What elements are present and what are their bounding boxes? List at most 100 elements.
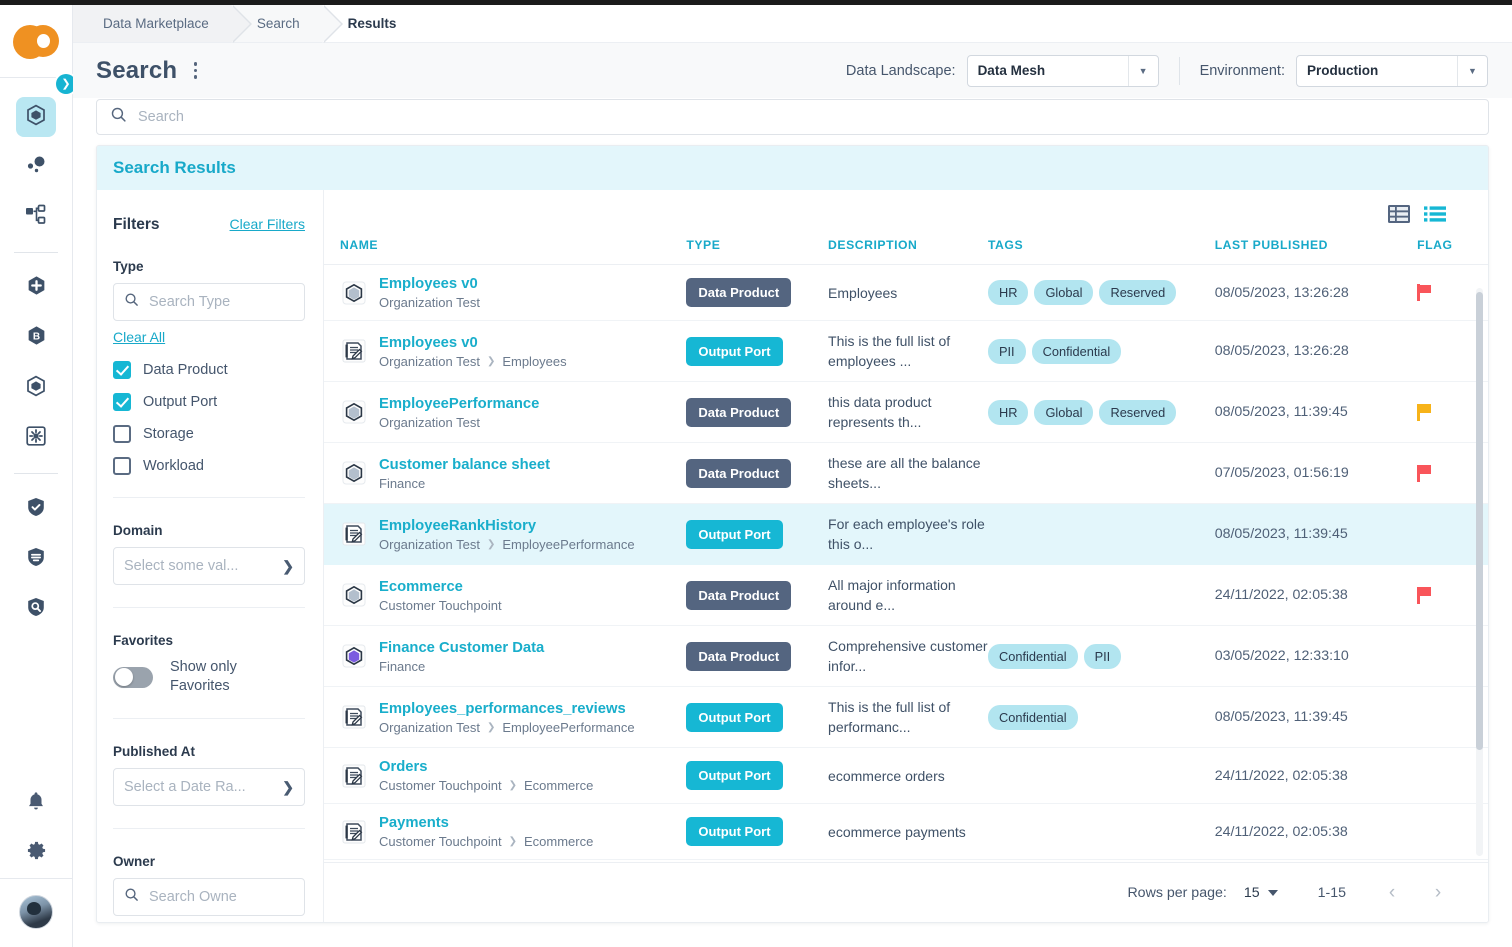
filter-checkbox-workload[interactable]: Workload	[113, 457, 305, 475]
show-only-favorites-toggle[interactable]	[113, 666, 153, 688]
sidebar-item-builder[interactable]: B	[16, 318, 56, 358]
sidebar-item-governance[interactable]	[16, 489, 56, 529]
sidebar-item-audit[interactable]	[16, 589, 56, 629]
cell-last-published: 03/05/2022, 12:33:10	[1214, 625, 1418, 687]
search-results-banner: Search Results	[97, 146, 1488, 190]
page-options-menu-button[interactable]	[186, 60, 204, 82]
table-row[interactable]: OutputPort SQLViewFinance❯Customer balan…	[324, 859, 1488, 862]
settings-button[interactable]	[16, 833, 56, 873]
tag-chip[interactable]: PII	[987, 338, 1026, 364]
type-clear-all-link[interactable]: Clear All	[113, 329, 165, 345]
type-search-input[interactable]: Search Type	[113, 283, 305, 321]
search-input[interactable]	[138, 109, 1475, 125]
row-name-link[interactable]: Customer balance sheet	[379, 457, 550, 473]
sidebar-item-analytics[interactable]	[16, 147, 56, 187]
document-icon	[340, 337, 368, 365]
table-row[interactable]: Customer balance sheet Finance Data Produc…	[324, 442, 1488, 504]
filter-label: Storage	[143, 426, 194, 442]
table-row[interactable]: Finance Customer Data Finance Data Product…	[324, 625, 1488, 687]
environment-select[interactable]: Production ▼	[1296, 54, 1488, 87]
chevron-down-icon	[1267, 889, 1278, 896]
column-header-name[interactable]: NAME	[324, 238, 687, 265]
checkbox-icon	[113, 393, 131, 411]
sidebar-item-marketplace[interactable]	[16, 97, 56, 137]
row-path-segment: Finance	[379, 475, 426, 491]
filter-published-at-title: Published At	[113, 744, 196, 759]
column-header-type[interactable]: TYPE	[686, 238, 829, 265]
cell-tags: HR Global Reserved	[987, 381, 1215, 443]
sidebar-item-catalog[interactable]	[16, 368, 56, 408]
tag-chip[interactable]: Reserved	[1099, 399, 1177, 425]
filter-checkbox-data-product[interactable]: Data Product	[113, 361, 305, 379]
rows-per-page-value: 15	[1243, 884, 1260, 901]
breadcrumb-item-1[interactable]: Data Marketplace	[73, 5, 252, 43]
filter-checkbox-output-port[interactable]: Output Port	[113, 393, 305, 411]
next-page-button[interactable]: ›	[1426, 882, 1450, 904]
tag-chip[interactable]: HR	[987, 280, 1029, 305]
row-name-link[interactable]: Finance Customer Data	[379, 640, 544, 656]
row-name-link[interactable]: Employees_performances_reviews	[379, 701, 626, 717]
column-header-last-published[interactable]: LAST PUBLISHED	[1214, 238, 1418, 265]
sitemap-icon	[24, 203, 48, 232]
row-name-link[interactable]: Ecommerce	[379, 579, 463, 595]
notifications-button[interactable]	[16, 783, 56, 823]
row-name-link[interactable]: Employees v0	[379, 335, 478, 351]
domain-select[interactable]: Select some val... ❯	[113, 547, 305, 585]
table-row[interactable]: Orders Customer Touchpoint ❯ Ecommerce Outpu…	[324, 747, 1488, 804]
show-only-favorites-label: Show only Favorites	[170, 659, 237, 694]
column-header-description[interactable]: DESCRIPTION	[828, 238, 988, 265]
row-last-published: 07/05/2023, 01:56:19	[1214, 465, 1349, 481]
table-row[interactable]: EmployeePerformance Organization Test Data…	[324, 381, 1488, 443]
tag-chip[interactable]: Global	[1034, 399, 1094, 425]
list-view-toggle[interactable]	[1424, 205, 1446, 223]
table-row[interactable]: Employees v0 Organization Test ❯ Employees O…	[324, 320, 1488, 382]
search-icon	[124, 887, 139, 907]
grid-view-toggle[interactable]	[1388, 205, 1410, 223]
scrollbar-thumb[interactable]	[1476, 292, 1483, 750]
table-row[interactable]: Employees v0 Organization Test Data Produc…	[324, 264, 1488, 321]
tag-chip[interactable]: HR	[987, 399, 1029, 425]
cell-tags: Confidential PII	[987, 625, 1215, 687]
published-at-date-range-select[interactable]: Select a Date Ra... ❯	[113, 768, 305, 806]
header-divider	[1178, 56, 1180, 85]
column-header-tags[interactable]: TAGS	[987, 238, 1215, 265]
row-last-published: 24/11/2022, 02:05:38	[1214, 767, 1348, 784]
tag-chip[interactable]: Global	[1034, 280, 1094, 305]
rows-per-page-select[interactable]: 15	[1244, 885, 1278, 901]
table-row[interactable]: Employees_performances_reviews Organizati…	[324, 686, 1488, 748]
owner-search-input[interactable]: Search Owne	[113, 878, 305, 916]
sidebar-item-lineage[interactable]	[16, 197, 56, 237]
filter-checkbox-storage[interactable]: Storage	[113, 425, 305, 443]
table-row[interactable]: EmployeeRankHistory Organization Test ❯ Emp…	[324, 503, 1488, 565]
domain-placeholder: Select some val...	[124, 558, 239, 574]
tag-chip[interactable]: Confidential	[987, 643, 1078, 669]
row-path-segment: Customer Touchpoint	[379, 597, 502, 613]
row-name-link[interactable]: Orders	[379, 759, 428, 775]
row-path: Finance	[379, 476, 550, 491]
published-at-placeholder: Select a Date Ra...	[124, 779, 246, 795]
filters-title: Filters	[113, 216, 160, 233]
tag-chip[interactable]: PII	[1083, 643, 1122, 669]
search-bar[interactable]	[96, 99, 1489, 135]
previous-page-button[interactable]: ‹	[1380, 882, 1404, 904]
data-landscape-select[interactable]: Data Mesh ▼	[966, 54, 1159, 87]
sidebar-item-policies[interactable]	[16, 539, 56, 579]
row-name-link[interactable]: EmployeePerformance	[379, 396, 539, 412]
tag-chip[interactable]: Confidential	[1031, 338, 1122, 364]
table-row[interactable]: Ecommerce Customer Touchpoint Data Product…	[324, 564, 1488, 626]
cell-description: Comprehensive customer infor...	[828, 625, 988, 687]
avatar[interactable]	[19, 895, 53, 929]
row-path-segment: Organization Test	[379, 353, 480, 369]
row-name-link[interactable]: Employees v0	[379, 276, 478, 292]
tag-chip[interactable]: Reserved	[1099, 280, 1177, 305]
clear-filters-link[interactable]: Clear Filters	[230, 216, 305, 232]
sidebar-item-create[interactable]	[16, 268, 56, 308]
tag-chip[interactable]: Confidential	[987, 704, 1078, 730]
column-header-flag[interactable]: FLAG	[1417, 238, 1488, 265]
results-table: NAME TYPE DESCRIPTION TAGS LAST PUBLISHE…	[324, 238, 1488, 862]
filter-label: Data Product	[143, 362, 228, 378]
table-row[interactable]: Payments Customer Touchpoint ❯ Ecommerce Out…	[324, 803, 1488, 860]
sidebar-item-settings-panel[interactable]	[16, 418, 56, 458]
row-name-link[interactable]: EmployeeRankHistory	[379, 518, 536, 534]
row-name-link[interactable]: Payments	[379, 815, 449, 831]
